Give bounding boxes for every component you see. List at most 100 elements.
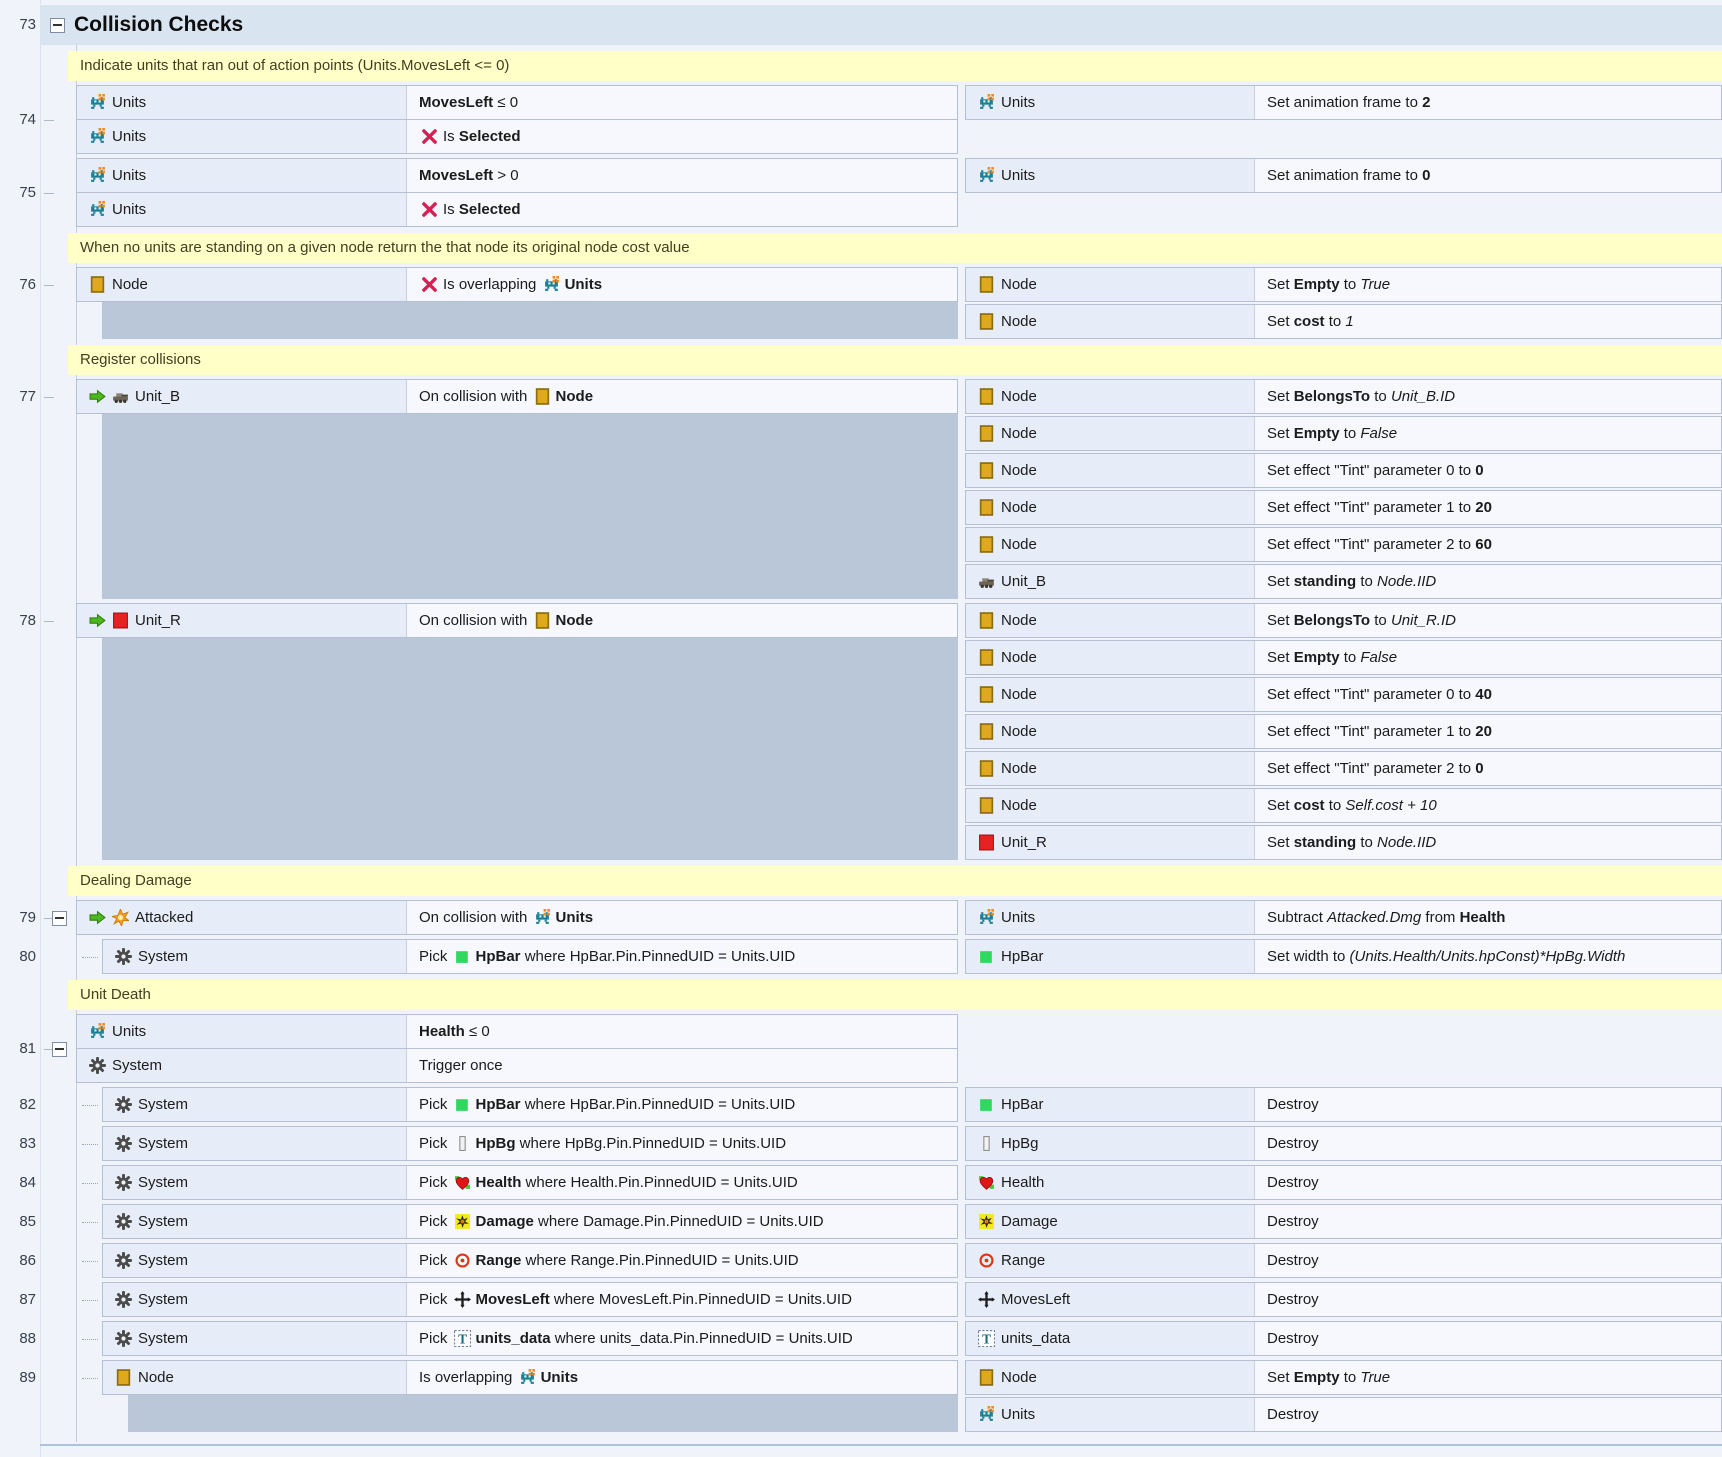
text-part: MovesLeft: [419, 94, 493, 111]
action-row[interactable]: UnitsSet animation frame to 0: [965, 158, 1722, 193]
collapse-toggle-icon[interactable]: [52, 1042, 67, 1057]
object-label: Node: [1001, 536, 1037, 553]
text-part: On collision with: [419, 388, 532, 405]
action-row[interactable]: HpBgDestroy: [965, 1126, 1722, 1161]
condition-row[interactable]: SystemPick HpBar where HpBar.Pin.PinnedU…: [102, 1087, 958, 1122]
condition-row[interactable]: UnitsMovesLeft > 0: [76, 158, 958, 193]
text-cell: Trigger once: [407, 1049, 957, 1082]
action-row[interactable]: HealthDestroy: [965, 1165, 1722, 1200]
object-label: Unit_B: [1001, 573, 1046, 590]
svg-text:T: T: [458, 1331, 467, 1346]
object-label: System: [138, 1174, 188, 1191]
action-row[interactable]: NodeSet BelongsTo to Unit_R.ID: [965, 603, 1722, 638]
action-row[interactable]: UnitsSet animation frame to 2: [965, 85, 1722, 120]
text-cell: Pick Range where Range.Pin.PinnedUID = U…: [407, 1244, 957, 1277]
conditions-column: Unit_ROn collision with Node: [76, 603, 958, 860]
connector-tick: [44, 285, 54, 286]
text-part: Empty: [1294, 649, 1340, 666]
text-part: where HpBar.Pin.PinnedUID = Units.UID: [521, 948, 796, 965]
condition-row[interactable]: SystemPick HpBar where HpBar.Pin.PinnedU…: [102, 939, 958, 974]
action-row[interactable]: DamageDestroy: [965, 1204, 1722, 1239]
action-row[interactable]: Unit_RSet standing to Node.IID: [965, 825, 1722, 860]
action-row[interactable]: NodeSet cost to Self.cost + 10: [965, 788, 1722, 823]
condition-row[interactable]: UnitsIs Selected: [76, 119, 958, 154]
object-label: Node: [1001, 313, 1037, 330]
action-row[interactable]: HpBarSet width to (Units.Health/Units.hp…: [965, 939, 1722, 974]
text-part: to: [1356, 834, 1377, 851]
node-icon: [89, 276, 106, 293]
comment[interactable]: Indicate units that ran out of action po…: [68, 51, 1722, 81]
event-number: 88: [6, 1329, 36, 1349]
action-row[interactable]: NodeSet effect "Tint" parameter 2 to 0: [965, 751, 1722, 786]
action-row[interactable]: NodeSet effect "Tint" parameter 0 to 40: [965, 677, 1722, 712]
comment[interactable]: When no units are standing on a given no…: [68, 233, 1722, 263]
action-row[interactable]: Tunits_dataDestroy: [965, 1321, 1722, 1356]
condition-row[interactable]: NodeIs overlapping Units: [102, 1360, 958, 1395]
action-row[interactable]: NodeSet effect "Tint" parameter 1 to 20: [965, 490, 1722, 525]
text-part: Health: [476, 1174, 522, 1191]
condition-row[interactable]: UnitsIs Selected: [76, 192, 958, 227]
object-cell: HpBar: [966, 940, 1255, 973]
text-part: where units_data.Pin.PinnedUID = Units.U…: [551, 1330, 853, 1347]
object-label: Health: [1001, 1174, 1044, 1191]
condition-row[interactable]: SystemPick Health where Health.Pin.Pinne…: [102, 1165, 958, 1200]
action-row[interactable]: HpBarDestroy: [965, 1087, 1722, 1122]
action-row[interactable]: MovesLeftDestroy: [965, 1282, 1722, 1317]
comment[interactable]: Unit Death: [68, 980, 1722, 1010]
comment[interactable]: Register collisions: [68, 345, 1722, 375]
text-part: to: [1370, 612, 1391, 629]
action-row[interactable]: NodeSet effect "Tint" parameter 2 to 60: [965, 527, 1722, 562]
condition-row[interactable]: SystemTrigger once: [76, 1048, 958, 1083]
action-row[interactable]: NodeSet Empty to True: [965, 1360, 1722, 1395]
condition-row[interactable]: SystemPick MovesLeft where MovesLeft.Pin…: [102, 1282, 958, 1317]
object-cell: Units: [77, 1015, 407, 1048]
subevent-connector: [82, 1378, 98, 1379]
text-cell: Set standing to Node.IID: [1255, 565, 1721, 598]
collapse-toggle-icon[interactable]: [50, 18, 65, 33]
condition-row[interactable]: SystemPick Tunits_data where units_data.…: [102, 1321, 958, 1356]
condition-row[interactable]: UnitsHealth ≤ 0: [76, 1014, 958, 1049]
text-part: Destroy: [1267, 1291, 1319, 1308]
collapse-toggle-icon[interactable]: [52, 911, 67, 926]
action-row[interactable]: UnitsDestroy: [965, 1397, 1722, 1432]
condition-row[interactable]: UnitsMovesLeft ≤ 0: [76, 85, 958, 120]
object-cell: Node: [966, 752, 1255, 785]
system-icon: [115, 1330, 132, 1347]
conditions-column: SystemPick HpBar where HpBar.Pin.PinnedU…: [102, 1087, 958, 1122]
action-row[interactable]: NodeSet effect "Tint" parameter 0 to 0: [965, 453, 1722, 488]
condition-row[interactable]: SystemPick Damage where Damage.Pin.Pinne…: [102, 1204, 958, 1239]
action-row[interactable]: NodeSet Empty to False: [965, 640, 1722, 675]
condition-row[interactable]: SystemPick HpBg where HpBg.Pin.PinnedUID…: [102, 1126, 958, 1161]
action-row[interactable]: Node Set cost to 1: [965, 304, 1722, 339]
group-header[interactable]: 73 Collision Checks: [40, 4, 1722, 45]
object-label: Units: [112, 201, 146, 218]
condition-row[interactable]: NodeIs overlapping Units: [76, 267, 958, 302]
action-row[interactable]: NodeSet Empty to True: [965, 267, 1722, 302]
event-block: SystemPick HpBar where HpBar.Pin.PinnedU…: [102, 939, 1722, 974]
action-row[interactable]: NodeSet effect "Tint" parameter 1 to 20: [965, 714, 1722, 749]
condition-row[interactable]: Unit_BOn collision with Node: [76, 379, 958, 414]
action-row[interactable]: RangeDestroy: [965, 1243, 1722, 1278]
condition-row[interactable]: SystemPick Range where Range.Pin.PinnedU…: [102, 1243, 958, 1278]
action-row[interactable]: UnitsSubtract Attacked.Dmg from Health: [965, 900, 1722, 935]
subevent-connector: [82, 1339, 98, 1340]
unit-b-icon: [112, 388, 129, 405]
text-part: Set: [1267, 797, 1294, 814]
condition-row[interactable]: Unit_ROn collision with Node: [76, 603, 958, 638]
text-cell: Set animation frame to 2: [1255, 86, 1721, 119]
action-row[interactable]: Unit_B Set standing to Node.IID: [965, 564, 1722, 599]
text-cell: Set effect "Tint" parameter 0 to 40: [1255, 678, 1721, 711]
comment[interactable]: Dealing Damage: [68, 866, 1722, 896]
system-icon: [115, 1252, 132, 1269]
action-row[interactable]: NodeSet BelongsTo to Unit_B.ID: [965, 379, 1722, 414]
condition-row[interactable]: AttackedOn collision with Units: [76, 900, 958, 935]
text-cell: Set width to (Units.Health/Units.hpConst…: [1255, 940, 1721, 973]
units-icon: [89, 167, 106, 184]
event-number: 76: [6, 275, 36, 295]
text-cell: Set cost to 1: [1255, 305, 1721, 338]
object-cell: System: [103, 940, 407, 973]
text-cell: Health ≤ 0: [407, 1015, 957, 1048]
object-cell: Attacked: [77, 901, 407, 934]
attacked-icon: [112, 909, 129, 926]
action-row[interactable]: NodeSet Empty to False: [965, 416, 1722, 451]
